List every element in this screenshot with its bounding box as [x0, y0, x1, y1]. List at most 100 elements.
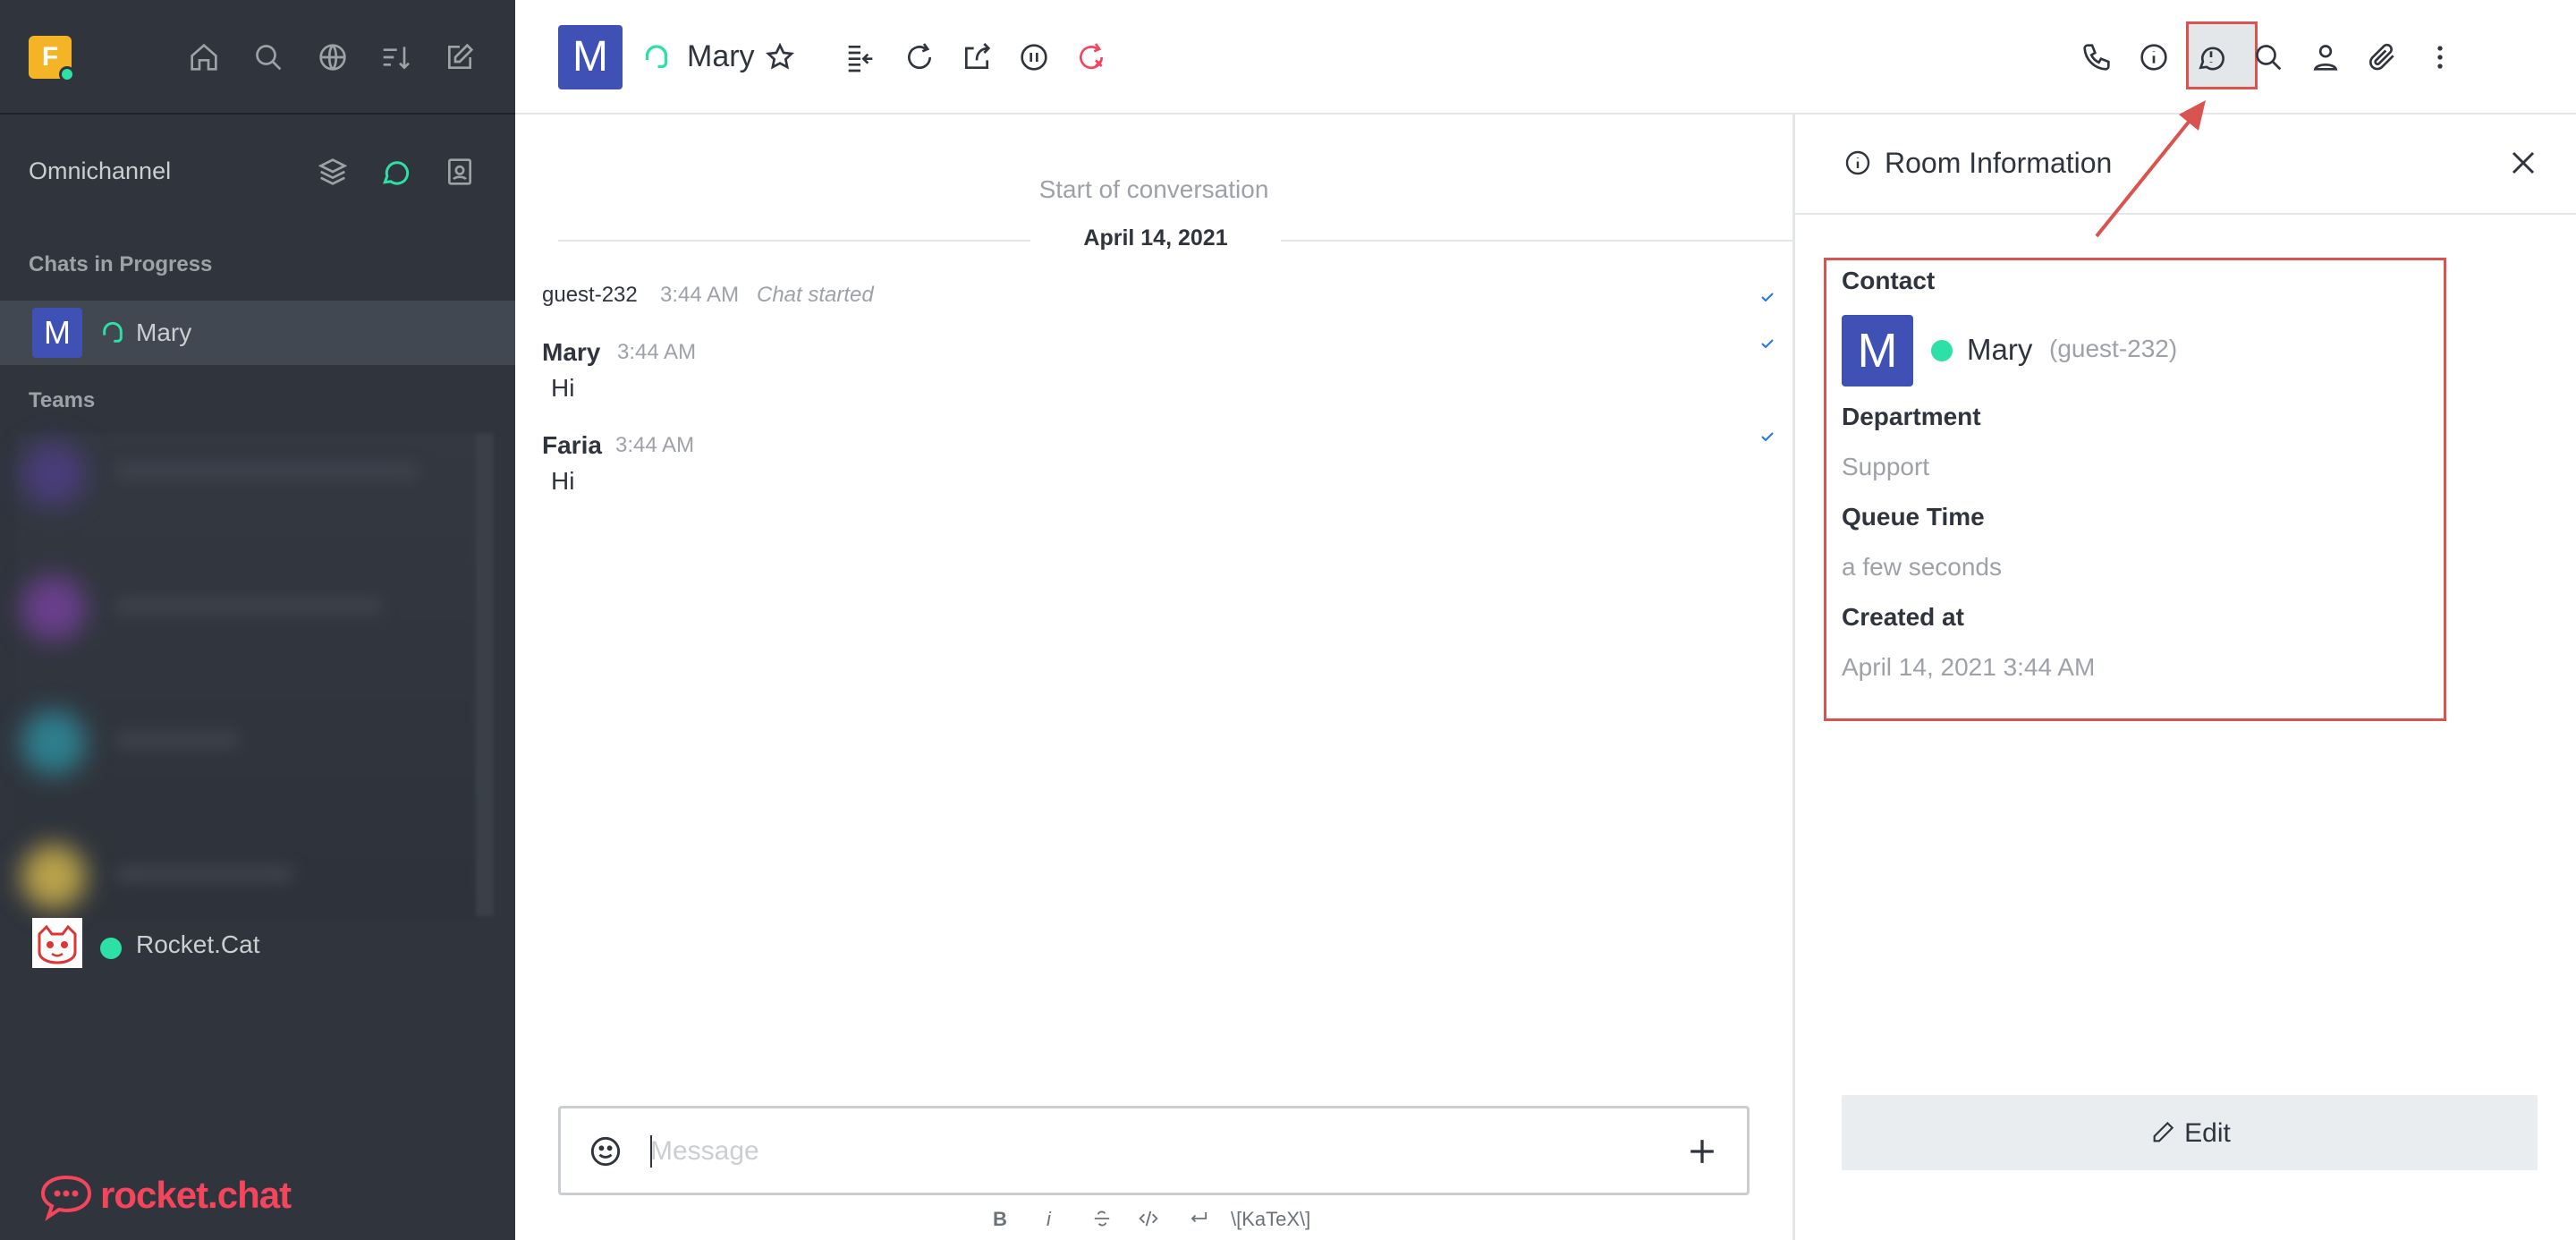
directory-globe-icon[interactable]	[315, 39, 351, 75]
contact-username: (guest-232)	[2049, 335, 2178, 362]
create-new-icon[interactable]	[442, 39, 478, 75]
workspace-initial: F	[41, 42, 59, 72]
avatar-initial: M	[1857, 324, 1898, 378]
status-online-dot	[1931, 340, 1953, 361]
edit-button[interactable]: Edit	[1842, 1095, 2538, 1170]
transcript-icon[interactable]	[959, 39, 995, 75]
formatting-toolbar: B i \[KaTeX\]	[515, 1206, 1792, 1238]
created-at-value: April 14, 2021 3:44 AM	[1842, 653, 2096, 681]
teams-title: Teams	[29, 388, 96, 412]
room-info-panel: Room Information Contact M Mary (guest-2…	[1792, 115, 2576, 1240]
livechat-headset-icon	[645, 45, 668, 69]
message-list: Start of conversation April 14, 2021 gue…	[515, 115, 1792, 1240]
favorite-star-icon[interactable]	[762, 39, 798, 75]
queue-time-value: a few seconds	[1842, 553, 2002, 581]
multiline-icon[interactable]	[1186, 1206, 1211, 1236]
day-divider-label: April 14, 2021	[1030, 225, 1281, 251]
text-caret	[650, 1135, 652, 1168]
status-online-dot	[100, 938, 122, 959]
omnichannel-label: Omnichannel	[29, 157, 172, 184]
blurred-text	[114, 598, 383, 614]
scrollbar[interactable]	[476, 433, 494, 916]
attachment-clip-icon[interactable]	[2365, 39, 2401, 75]
blurred-team-list	[16, 433, 494, 916]
department-label: Department	[1842, 403, 1981, 430]
queue-time-label: Queue Time	[1842, 503, 1985, 531]
info-icon[interactable]	[2136, 39, 2172, 75]
kebab-menu-icon[interactable]	[2422, 39, 2458, 75]
search-icon[interactable]	[250, 39, 286, 75]
plus-icon[interactable]	[1682, 1132, 1722, 1171]
contact-center-icon[interactable]	[442, 154, 478, 190]
search-messages-icon[interactable]	[2250, 39, 2286, 75]
edit-button-label: Edit	[2184, 1118, 2231, 1148]
avatar: M	[32, 308, 82, 358]
sidebar: F Omnichannel Chats in Progress M Mary T…	[0, 0, 515, 1240]
info-icon	[1845, 150, 1870, 175]
system-message-text: Chat started	[757, 283, 874, 307]
contact-name[interactable]: Mary	[1967, 333, 2032, 367]
rocket-chat-logo-icon	[40, 1175, 92, 1221]
start-of-conversation: Start of conversation	[1038, 175, 1269, 203]
sort-icon[interactable]	[377, 39, 413, 75]
blurred-avatar	[21, 442, 86, 506]
workspace-avatar[interactable]: F	[29, 36, 75, 82]
rocket-cat-avatar	[32, 918, 82, 968]
message-time: 3:44 AM	[617, 340, 697, 364]
room-info-title: Room Information	[1885, 147, 2113, 179]
sidebar-item-mary[interactable]: M Mary	[0, 301, 515, 365]
department-value: Support	[1842, 453, 1930, 480]
code-icon[interactable]	[1136, 1206, 1161, 1236]
blurred-text	[114, 463, 419, 480]
call-icon[interactable]	[2079, 39, 2114, 75]
sidebar-item-rocket-cat[interactable]: Rocket.Cat	[0, 911, 515, 975]
status-online-dot	[59, 66, 75, 82]
move-to-queue-icon[interactable]	[843, 39, 878, 75]
sidebar-item-label: Mary	[136, 318, 192, 346]
contact-avatar: M	[1842, 315, 1913, 386]
room-title[interactable]: Mary	[687, 39, 755, 74]
user-info-icon[interactable]	[2308, 39, 2343, 75]
close-icon[interactable]	[2504, 143, 2543, 183]
message-input[interactable]	[650, 1126, 1634, 1176]
home-icon[interactable]	[186, 39, 222, 75]
read-check-icon	[1761, 293, 1774, 302]
message-username[interactable]: Faria	[542, 431, 602, 460]
italic-button[interactable]: i	[1046, 1208, 1051, 1231]
queue-layers-icon[interactable]	[315, 154, 351, 190]
emoji-icon[interactable]	[586, 1132, 625, 1171]
close-chat-icon[interactable]	[1073, 39, 1109, 75]
rocket-chat-brand: rocket.chat	[100, 1174, 292, 1216]
livechat-headset-icon	[103, 321, 123, 343]
bold-button[interactable]: B	[993, 1208, 1007, 1231]
room-avatar[interactable]: M	[558, 25, 623, 89]
highlight-box	[1824, 258, 2446, 721]
blurred-text	[114, 732, 240, 748]
room-header: M Mary	[515, 0, 2576, 115]
on-hold-pause-icon[interactable]	[1016, 39, 1052, 75]
blurred-avatar	[21, 576, 86, 641]
blurred-avatar	[21, 845, 86, 909]
message-time: 3:44 AM	[615, 433, 695, 457]
contact-label: Contact	[1842, 267, 1936, 294]
blurred-text	[114, 866, 293, 882]
message-time: 3:44 AM	[660, 283, 740, 307]
room-info-header: Room Information	[1795, 115, 2576, 215]
chats-in-progress-title: Chats in Progress	[29, 252, 213, 276]
forward-chat-icon[interactable]	[902, 39, 937, 75]
message-text: Hi	[551, 467, 575, 495]
read-check-icon	[1761, 339, 1774, 349]
message-composer	[558, 1106, 1750, 1195]
message-text: Hi	[551, 374, 575, 402]
created-at-label: Created at	[1842, 603, 1964, 631]
avatar-initial: M	[572, 33, 608, 81]
avatar-initial: M	[44, 314, 71, 351]
blurred-avatar	[21, 710, 86, 775]
system-message-user[interactable]: guest-232	[542, 283, 638, 308]
strikethrough-icon[interactable]	[1089, 1206, 1114, 1236]
omnichannel-status-icon[interactable]	[377, 154, 413, 190]
sidebar-item-label: Rocket.Cat	[136, 930, 260, 958]
katex-button[interactable]: \[KaTeX\]	[1231, 1208, 1310, 1231]
visitor-info-icon[interactable]	[2193, 39, 2229, 75]
message-username[interactable]: Mary	[542, 338, 600, 367]
